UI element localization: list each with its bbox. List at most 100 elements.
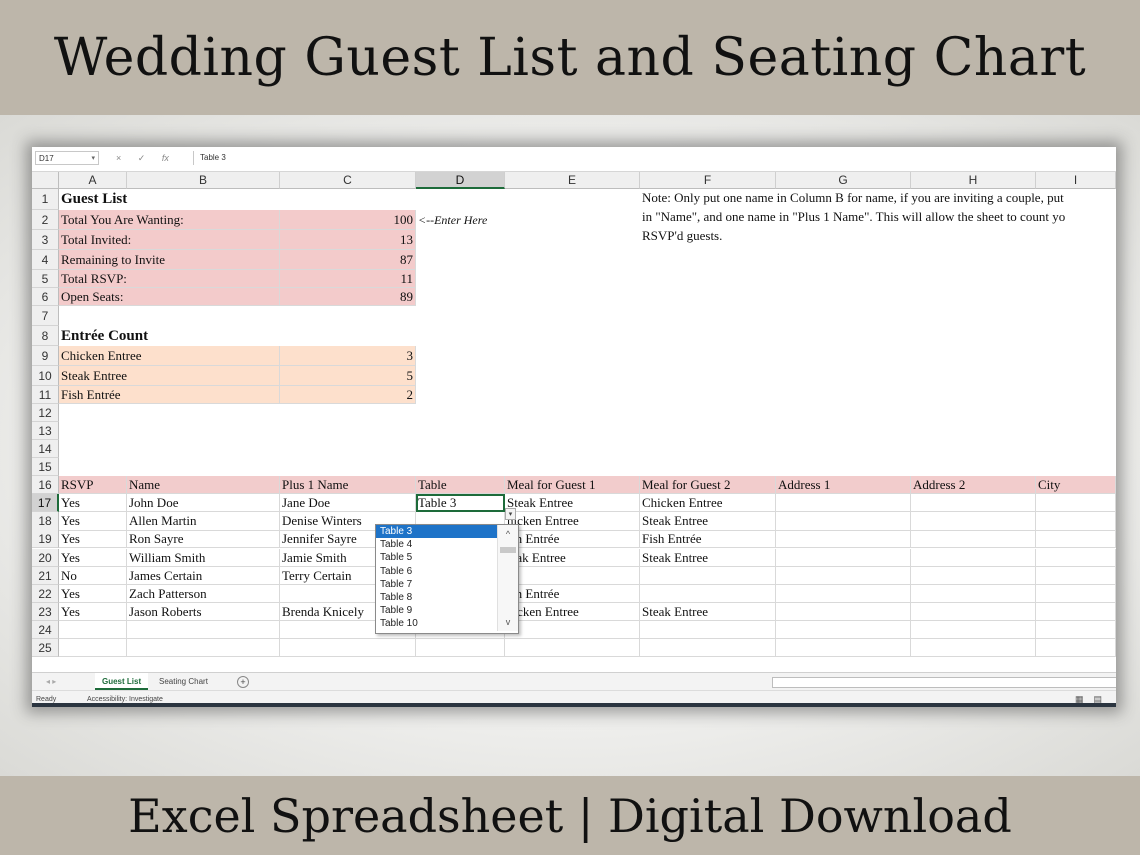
row-header-21[interactable]: 21	[32, 567, 59, 585]
summary-label[interactable]: Total Invited:	[59, 230, 280, 250]
entree-label[interactable]: Steak Entree	[59, 366, 280, 386]
column-header-f[interactable]: F	[640, 172, 776, 189]
column-header-d[interactable]: D	[416, 172, 505, 189]
row-header-3[interactable]: 3	[32, 230, 59, 250]
table-cell[interactable]: ish Entrée	[505, 530, 640, 548]
select-all-corner[interactable]	[32, 172, 59, 189]
table-header[interactable]: Meal for Guest 2	[640, 476, 776, 494]
table-cell[interactable]: Allen Martin	[127, 512, 280, 531]
row-header-13[interactable]: 13	[32, 422, 59, 440]
scroll-up-icon[interactable]: ^	[498, 529, 518, 539]
entree-value[interactable]: 5	[280, 366, 416, 386]
sheet-nav-arrows[interactable]: ◂ ▸	[46, 677, 56, 686]
table-cell[interactable]	[59, 639, 127, 657]
table-cell[interactable]	[640, 621, 776, 639]
table-cell[interactable]	[776, 621, 911, 639]
table-cell[interactable]	[911, 530, 1036, 548]
cancel-icon[interactable]: ×	[116, 153, 121, 163]
table-cell[interactable]	[911, 603, 1036, 621]
table-header[interactable]: Plus 1 Name	[280, 476, 416, 494]
table-cell[interactable]: Yes	[59, 603, 127, 621]
tab-guest-list[interactable]: Guest List	[95, 673, 149, 690]
row-header-25[interactable]: 25	[32, 639, 59, 657]
fx-icon[interactable]: fx	[162, 153, 169, 163]
table-cell[interactable]: teak Entree	[505, 549, 640, 567]
horizontal-scrollbar[interactable]	[772, 677, 1116, 688]
table-cell[interactable]: Jason Roberts	[127, 603, 280, 621]
table-cell[interactable]	[911, 512, 1036, 531]
row-header-10[interactable]: 10	[32, 366, 59, 386]
guest-list-title[interactable]: Guest List	[59, 189, 280, 210]
table-cell[interactable]	[776, 567, 911, 585]
table-cell[interactable]	[59, 621, 127, 639]
table-cell[interactable]	[505, 567, 640, 585]
dropdown-scrollbar[interactable]: ^ v	[497, 525, 518, 631]
summary-value[interactable]: 11	[280, 270, 416, 288]
table-cell[interactable]	[911, 549, 1036, 567]
column-header-a[interactable]: A	[59, 172, 127, 189]
column-header-e[interactable]: E	[505, 172, 640, 189]
table-header[interactable]: Table	[416, 476, 505, 494]
table-cell[interactable]	[640, 567, 776, 585]
table-cell[interactable]	[1036, 621, 1116, 639]
table-cell[interactable]: Chicken Entree	[640, 494, 776, 512]
summary-label[interactable]: Total You Are Wanting:	[59, 210, 280, 230]
table-cell[interactable]	[776, 494, 911, 512]
table-cell[interactable]	[505, 639, 640, 657]
chevron-down-icon[interactable]: ▾	[91, 152, 95, 166]
table-cell[interactable]	[911, 567, 1036, 585]
scroll-thumb[interactable]	[500, 547, 516, 553]
table-cell[interactable]: James Certain	[127, 567, 280, 585]
table-cell[interactable]: Zach Patterson	[127, 585, 280, 603]
row-header-8[interactable]: 8	[32, 326, 59, 346]
column-header-g[interactable]: G	[776, 172, 911, 189]
table-header[interactable]: Meal for Guest 1	[505, 476, 640, 494]
table-cell[interactable]: John Doe	[127, 494, 280, 512]
table-header[interactable]: Address 1	[776, 476, 911, 494]
summary-value[interactable]: 87	[280, 250, 416, 270]
name-box[interactable]: D17 ▾	[35, 151, 99, 165]
row-header-6[interactable]: 6	[32, 288, 59, 306]
summary-value[interactable]: 100	[280, 210, 416, 230]
table-cell[interactable]	[776, 549, 911, 567]
table-header[interactable]: RSVP	[59, 476, 127, 494]
column-header-b[interactable]: B	[127, 172, 280, 189]
row-header-7[interactable]: 7	[32, 306, 59, 326]
enter-icon[interactable]: ✓	[138, 153, 146, 163]
row-header-4[interactable]: 4	[32, 250, 59, 270]
summary-label[interactable]: Remaining to Invite	[59, 250, 280, 270]
table-cell[interactable]	[1036, 494, 1116, 512]
table-cell[interactable]	[776, 530, 911, 548]
table-cell[interactable]	[776, 603, 911, 621]
table-cell[interactable]	[1036, 603, 1116, 621]
add-sheet-icon[interactable]: +	[237, 676, 249, 688]
table-cell[interactable]	[640, 639, 776, 657]
table-cell[interactable]: Jane Doe	[280, 494, 416, 512]
row-header-18[interactable]: 18	[32, 512, 59, 531]
table-cell[interactable]	[1036, 585, 1116, 603]
table-cell[interactable]	[776, 512, 911, 531]
table-cell[interactable]	[1036, 567, 1116, 585]
row-header-23[interactable]: 23	[32, 603, 59, 621]
entree-label[interactable]: Chicken Entree	[59, 346, 280, 366]
table-cell[interactable]	[640, 585, 776, 603]
row-header-5[interactable]: 5	[32, 270, 59, 288]
table-cell[interactable]	[127, 621, 280, 639]
summary-value[interactable]: 89	[280, 288, 416, 306]
entree-value[interactable]: 2	[280, 386, 416, 404]
table-cell[interactable]: William Smith	[127, 549, 280, 567]
table-cell[interactable]	[776, 639, 911, 657]
table-cell[interactable]	[1036, 512, 1116, 531]
row-header-22[interactable]: 22	[32, 585, 59, 603]
table-header[interactable]: Address 2	[911, 476, 1036, 494]
column-header-c[interactable]: C	[280, 172, 416, 189]
row-header-20[interactable]: 20	[32, 549, 59, 567]
table-cell[interactable]	[911, 621, 1036, 639]
entree-count-title[interactable]: Entrée Count	[59, 326, 280, 346]
table-cell[interactable]	[1036, 549, 1116, 567]
table-cell[interactable]: Yes	[59, 530, 127, 548]
table-cell[interactable]	[911, 585, 1036, 603]
row-header-9[interactable]: 9	[32, 346, 59, 366]
table-cell[interactable]: Yes	[59, 512, 127, 531]
table-cell[interactable]	[416, 639, 505, 657]
